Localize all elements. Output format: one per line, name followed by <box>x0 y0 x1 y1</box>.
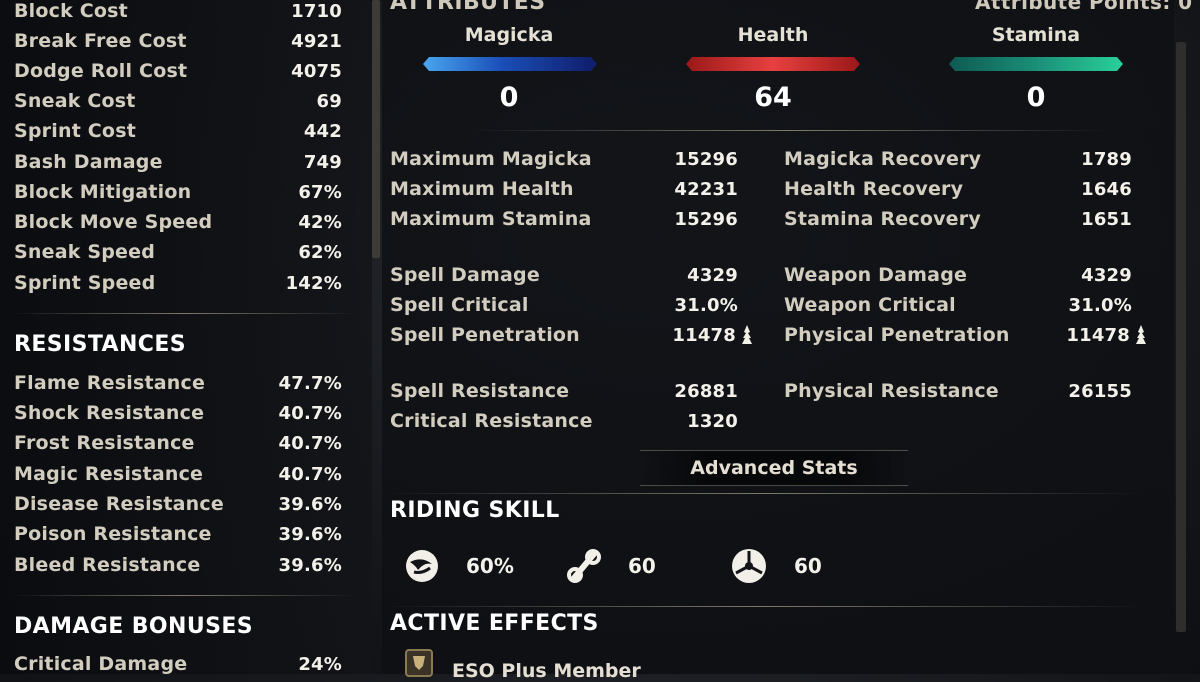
health-bar <box>686 57 860 71</box>
stat-row-frost-resistance: Frost Resistance 40.7% <box>14 432 342 454</box>
stat-row-maximum-health: Maximum Health 42231 <box>390 178 738 200</box>
right-scrollbar[interactable] <box>1176 42 1186 632</box>
health-value[interactable]: 64 <box>683 82 863 113</box>
stat-row-health-recovery: Health Recovery 1646 <box>784 178 1132 200</box>
active-effects-heading: ACTIVE EFFECTS <box>390 611 599 636</box>
stat-row-weapon-critical: Weapon Critical 31.0% <box>784 294 1132 316</box>
magicka-label: Magicka <box>464 24 554 46</box>
left-scrollbar[interactable] <box>372 0 380 258</box>
stat-row-critical-resistance: Critical Resistance 1320 <box>390 410 738 432</box>
stat-row-bash-damage: Bash Damage 749 <box>14 151 342 173</box>
champion-point-icon <box>1136 325 1146 345</box>
stat-row-sprint-cost: Sprint Cost 442 <box>14 120 342 142</box>
riding-speed-value: 60% <box>466 554 514 578</box>
stat-row-maximum-magicka: Maximum Magicka 15296 <box>390 148 738 170</box>
stamina-label: Stamina <box>991 24 1081 46</box>
stat-row-block-mitigation: Block Mitigation 67% <box>14 181 342 203</box>
stat-row-poison-resistance: Poison Resistance 39.6% <box>14 523 342 545</box>
stamina-bar <box>949 57 1123 71</box>
stat-row-sneak-cost: Sneak Cost 69 <box>14 90 342 112</box>
magicka-value[interactable]: 0 <box>419 82 599 113</box>
stat-row-physical-penetration: Physical Penetration 11478 <box>784 320 1148 350</box>
attributes-heading: ATTRIBUTES <box>390 0 546 15</box>
stat-row-block-cost: Block Cost 1710 <box>14 0 342 22</box>
divider <box>10 595 356 596</box>
active-effect-eso-plus[interactable]: ESO Plus Member <box>452 660 641 682</box>
stat-row-dodge-roll-cost: Dodge Roll Cost 4075 <box>14 60 342 82</box>
stamina-value[interactable]: 0 <box>946 82 1126 113</box>
stat-row-disease-resistance: Disease Resistance 39.6% <box>14 493 342 515</box>
riding-speed-icon <box>406 550 438 582</box>
damage-bonuses-heading: DAMAGE BONUSES <box>14 614 254 639</box>
stat-row-maximum-stamina: Maximum Stamina 15296 <box>390 208 738 230</box>
stat-row-shock-resistance: Shock Resistance 40.7% <box>14 402 342 424</box>
riding-skill-heading: RIDING SKILL <box>390 498 560 523</box>
riding-speed: 60% <box>404 546 514 586</box>
stat-row-spell-penetration: Spell Penetration 11478 <box>390 320 754 350</box>
attribute-points-label: Attribute Points: 0 <box>975 0 1193 14</box>
stat-row-magicka-recovery: Magicka Recovery 1789 <box>784 148 1132 170</box>
divider <box>384 493 1144 494</box>
stat-row-spell-critical: Spell Critical 31.0% <box>390 294 738 316</box>
stat-row-break-free-cost: Break Free Cost 4921 <box>14 30 342 52</box>
resistances-heading: RESISTANCES <box>14 332 186 357</box>
stat-row-stamina-recovery: Stamina Recovery 1651 <box>784 208 1132 230</box>
riding-capacity: 60 <box>730 546 822 586</box>
stat-row-spell-resistance: Spell Resistance 26881 <box>390 380 738 402</box>
champion-point-icon <box>742 325 752 345</box>
stat-row-weapon-damage: Weapon Damage 4329 <box>784 264 1132 286</box>
stat-row-physical-resistance: Physical Resistance 26155 <box>784 380 1132 402</box>
stat-row-flame-resistance: Flame Resistance 47.7% <box>14 372 342 394</box>
divider <box>470 130 1110 131</box>
riding-capacity-value: 60 <box>794 554 822 578</box>
riding-stamina-icon <box>567 549 601 583</box>
advanced-stats-label: Advanced Stats <box>690 457 858 479</box>
stat-row-sprint-speed: Sprint Speed 142% <box>14 272 342 294</box>
stat-row-bleed-resistance: Bleed Resistance 39.6% <box>14 554 342 576</box>
divider <box>384 606 1144 607</box>
riding-capacity-icon <box>732 549 766 583</box>
stat-row-spell-damage: Spell Damage 4329 <box>390 264 738 286</box>
divider <box>10 313 356 314</box>
stat-row-critical-damage: Critical Damage 24% <box>14 653 342 675</box>
advanced-stats-button[interactable]: Advanced Stats <box>640 450 908 486</box>
health-label: Health <box>737 24 809 46</box>
magicka-bar <box>423 57 597 71</box>
stat-row-sneak-speed: Sneak Speed 62% <box>14 241 342 263</box>
stat-row-block-move-speed: Block Move Speed 42% <box>14 211 342 233</box>
riding-stamina: 60 <box>566 546 656 586</box>
stat-row-magic-resistance: Magic Resistance 40.7% <box>14 463 342 485</box>
riding-stamina-value: 60 <box>628 554 656 578</box>
